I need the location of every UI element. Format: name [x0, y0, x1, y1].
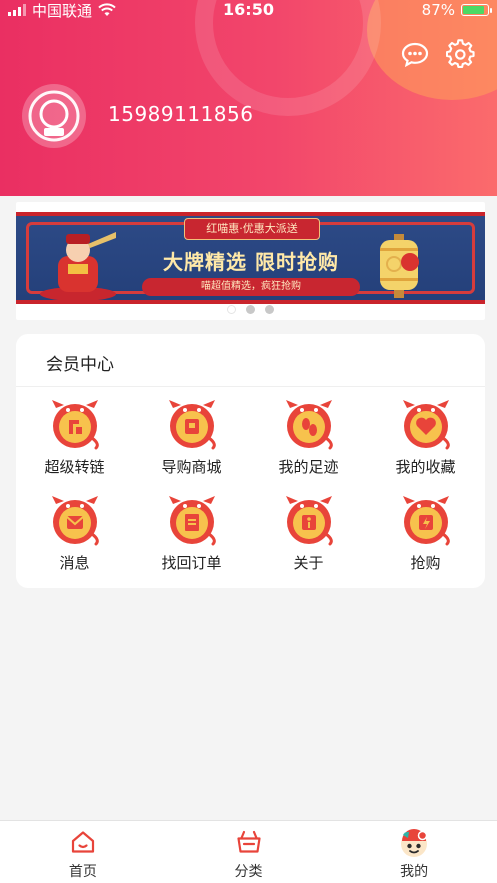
member-item-message[interactable]: 消息	[16, 494, 133, 580]
carousel-indicator	[16, 305, 485, 314]
profile-header: 中国联通 16:50 87% 15989111856	[0, 0, 497, 196]
tab-category[interactable]: 分类	[166, 821, 332, 883]
member-center-title: 会员中心	[46, 355, 114, 375]
avatar[interactable]	[22, 84, 86, 148]
banner-tag: 红喵惠·优惠大派送	[184, 218, 320, 240]
user-phone-number: 15989111856	[108, 102, 254, 126]
tab-profile[interactable]: 我的	[331, 821, 497, 883]
member-center-card: 会员中心 超级转链 导购商城 我的足迹 我的收藏消息 找回订单 关于 抢购	[16, 334, 485, 588]
footprint-icon	[285, 400, 333, 450]
member-item-retrieve-order[interactable]: 找回订单	[133, 494, 250, 580]
member-center-grid: 超级转链 导购商城 我的足迹 我的收藏消息 找回订单 关于 抢购	[16, 398, 485, 580]
fortune-god-illustration	[40, 232, 116, 300]
carousel-dot[interactable]	[227, 305, 236, 314]
status-bar: 中国联通 16:50 87%	[0, 0, 497, 20]
member-item-super-link[interactable]: 超级转链	[16, 398, 133, 484]
carousel-dot[interactable]	[246, 305, 255, 314]
banner-title: 大牌精选 限时抢购	[163, 250, 339, 274]
battery-percent: 87%	[421, 1, 455, 19]
member-item-label: 关于	[293, 554, 324, 572]
member-item-flash-sale[interactable]: 抢购	[367, 494, 484, 580]
profile-icon	[401, 829, 428, 857]
carousel-dot[interactable]	[265, 305, 274, 314]
tab-home[interactable]: 首页	[0, 821, 166, 883]
home-icon	[71, 831, 94, 853]
lantern-illustration	[380, 234, 419, 298]
member-item-label: 消息	[59, 554, 90, 572]
default-avatar-icon	[28, 90, 80, 142]
promo-banner[interactable]: 红喵惠·优惠大派送 大牌精选 限时抢购 喵超值精选，疯狂抢购	[16, 212, 485, 304]
shopping-mall-icon	[168, 400, 216, 450]
member-item-label: 我的收藏	[395, 458, 456, 476]
settings-gear-icon[interactable]	[445, 39, 476, 69]
member-item-about[interactable]: 关于	[250, 494, 367, 580]
retrieve-order-icon	[168, 496, 216, 546]
banner-subtitle: 喵超值精选，疯狂抢购	[142, 278, 360, 296]
member-item-footprint[interactable]: 我的足迹	[250, 398, 367, 484]
flash-sale-icon	[402, 496, 450, 546]
bottom-tab-bar: 首页 分类 我的	[0, 820, 497, 883]
tab-label: 分类	[234, 864, 263, 880]
battery-icon	[461, 4, 492, 16]
tab-label: 我的	[400, 864, 429, 880]
member-item-shopping-mall[interactable]: 导购商城	[133, 398, 250, 484]
member-item-label: 超级转链	[44, 458, 105, 476]
member-item-label: 抢购	[410, 554, 441, 572]
about-icon	[285, 496, 333, 546]
member-item-label: 找回订单	[161, 554, 222, 572]
promo-banner-carousel[interactable]: 红喵惠·优惠大派送 大牌精选 限时抢购 喵超值精选，疯狂抢购	[16, 202, 485, 320]
divider	[16, 386, 485, 387]
member-item-favorites[interactable]: 我的收藏	[367, 398, 484, 484]
message-bubble-icon[interactable]	[400, 39, 430, 69]
member-item-label: 我的足迹	[278, 458, 339, 476]
super-link-icon	[51, 400, 99, 450]
member-item-label: 导购商城	[161, 458, 222, 476]
favorites-icon	[402, 400, 450, 450]
message-icon	[51, 496, 99, 546]
category-basket-icon	[236, 830, 261, 853]
tab-label: 首页	[68, 864, 97, 880]
